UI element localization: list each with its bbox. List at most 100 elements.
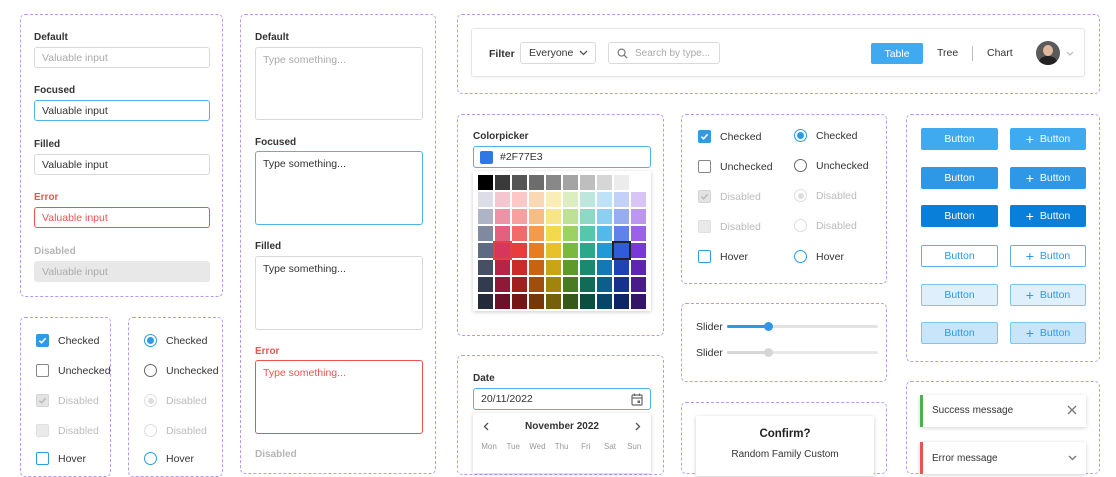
textarea-error[interactable]: Type something... [255, 360, 423, 434]
color-swatch[interactable] [529, 226, 544, 241]
color-swatch[interactable] [512, 192, 527, 207]
color-swatch[interactable] [529, 192, 544, 207]
color-swatch[interactable] [512, 294, 527, 309]
color-swatch[interactable] [597, 277, 612, 292]
color-swatch[interactable] [529, 243, 544, 258]
color-swatch[interactable] [495, 260, 510, 275]
textarea-focused[interactable]: Type something... [255, 151, 423, 225]
button-primary-hover[interactable]: Button [921, 167, 998, 189]
color-swatch[interactable] [597, 209, 612, 224]
color-swatch[interactable] [563, 294, 578, 309]
color-swatch[interactable] [495, 209, 510, 224]
radio-unchecked[interactable]: Unchecked [144, 364, 219, 377]
color-swatch[interactable] [631, 294, 646, 309]
radio-unchecked[interactable]: Unchecked [794, 159, 869, 172]
color-swatch[interactable] [580, 260, 595, 275]
color-swatch[interactable] [546, 294, 561, 309]
input-focused[interactable]: Valuable input [34, 100, 210, 121]
color-swatch[interactable] [478, 175, 493, 190]
color-swatch[interactable] [580, 243, 595, 258]
color-swatch[interactable] [495, 175, 510, 190]
avatar[interactable] [1036, 41, 1060, 65]
button-primary-icon[interactable]: + Button [1010, 128, 1086, 150]
color-swatch[interactable] [546, 243, 561, 258]
color-swatch[interactable] [529, 294, 544, 309]
color-swatch[interactable] [529, 260, 544, 275]
slider-2-track[interactable] [727, 348, 878, 357]
color-swatch[interactable] [563, 175, 578, 190]
color-swatch[interactable] [631, 175, 646, 190]
color-swatch[interactable] [580, 294, 595, 309]
color-swatch[interactable] [495, 277, 510, 292]
color-swatch[interactable] [597, 260, 612, 275]
color-swatch[interactable] [580, 192, 595, 207]
color-swatch[interactable] [478, 243, 493, 258]
color-swatch[interactable] [597, 226, 612, 241]
color-swatch[interactable] [493, 241, 512, 260]
button-primary-pressed-icon[interactable]: + Button [1010, 205, 1086, 227]
color-swatch[interactable] [546, 192, 561, 207]
color-swatch[interactable] [546, 226, 561, 241]
color-swatch[interactable] [631, 226, 646, 241]
chevron-right-icon[interactable] [635, 422, 641, 431]
checkbox-checked[interactable]: Checked [36, 334, 99, 347]
textarea-filled[interactable]: Type something... [255, 256, 423, 330]
color-swatch[interactable] [478, 260, 493, 275]
search-input[interactable]: Search by type... [608, 42, 720, 64]
color-swatch[interactable] [563, 226, 578, 241]
slider-2-handle[interactable] [763, 348, 773, 357]
color-swatch[interactable] [614, 192, 629, 207]
button-outline-pressed-icon[interactable]: + Button [1010, 322, 1086, 344]
color-swatch[interactable] [478, 294, 493, 309]
color-swatch[interactable] [512, 243, 527, 258]
color-swatch[interactable] [495, 192, 510, 207]
checkbox-hover[interactable]: Hover [36, 452, 86, 465]
input-filled[interactable]: Valuable input [34, 154, 210, 175]
color-swatch[interactable] [563, 277, 578, 292]
color-swatch[interactable] [631, 192, 646, 207]
view-chart-tab[interactable]: Chart [987, 47, 1013, 59]
filter-select[interactable]: Everyone [520, 42, 596, 64]
color-swatch[interactable] [512, 260, 527, 275]
button-outline-hover-icon[interactable]: + Button [1010, 284, 1086, 306]
button-outline-hover[interactable]: Button [921, 284, 998, 306]
color-swatch[interactable] [529, 209, 544, 224]
radio-hover[interactable]: Hover [144, 452, 194, 465]
button-outline-icon[interactable]: + Button [1010, 245, 1086, 267]
input-default[interactable]: Valuable input [34, 47, 210, 68]
view-table-tab[interactable]: Table [871, 43, 923, 64]
color-swatch[interactable] [580, 209, 595, 224]
color-swatch[interactable] [614, 260, 629, 275]
color-swatch[interactable] [614, 209, 629, 224]
color-swatch[interactable] [512, 175, 527, 190]
button-outline[interactable]: Button [921, 245, 998, 267]
button-primary-hover-icon[interactable]: + Button [1010, 167, 1086, 189]
color-swatch[interactable] [631, 260, 646, 275]
color-swatch[interactable] [631, 209, 646, 224]
color-swatch[interactable] [580, 277, 595, 292]
color-swatch[interactable] [612, 241, 631, 260]
checkbox-hover[interactable]: Hover [698, 250, 748, 263]
color-swatch[interactable] [478, 209, 493, 224]
colorpicker-input[interactable]: #2F77E3 [473, 146, 651, 168]
calendar-icon[interactable] [631, 393, 643, 406]
color-swatch[interactable] [597, 192, 612, 207]
color-swatch[interactable] [614, 294, 629, 309]
color-swatch[interactable] [597, 175, 612, 190]
color-swatch[interactable] [478, 192, 493, 207]
color-swatch[interactable] [580, 175, 595, 190]
color-swatch[interactable] [512, 226, 527, 241]
color-swatch[interactable] [478, 226, 493, 241]
color-swatch[interactable] [546, 209, 561, 224]
color-swatch[interactable] [546, 277, 561, 292]
radio-checked[interactable]: Checked [794, 129, 857, 142]
color-swatch[interactable] [563, 192, 578, 207]
input-error[interactable]: Valuable input [34, 207, 210, 228]
color-swatch[interactable] [529, 277, 544, 292]
color-swatch[interactable] [546, 175, 561, 190]
color-swatch[interactable] [495, 294, 510, 309]
close-icon[interactable] [1067, 405, 1077, 415]
checkbox-unchecked[interactable]: Unchecked [36, 364, 111, 377]
color-swatch[interactable] [512, 277, 527, 292]
color-swatch[interactable] [546, 260, 561, 275]
